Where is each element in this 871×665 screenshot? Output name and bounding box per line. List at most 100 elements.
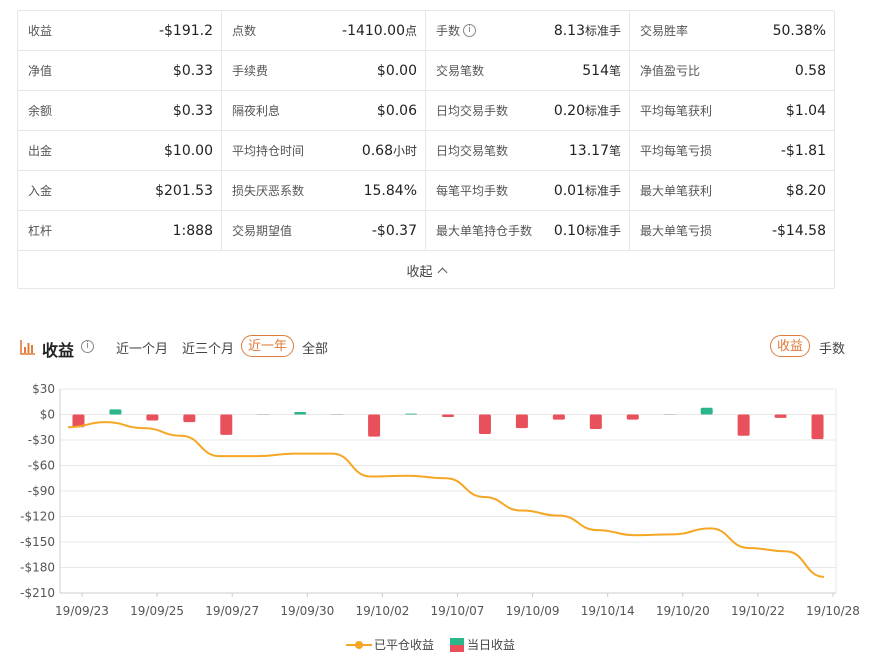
stat-value-wrap: $0.33 <box>173 63 213 79</box>
stat-value-wrap: $0.33 <box>173 103 213 119</box>
legend-label-bar: 当日收益 <box>467 638 516 652</box>
stat-label: 收益 <box>28 22 52 39</box>
cumulative-profit-line <box>67 421 825 578</box>
info-icon[interactable]: i <box>463 24 477 37</box>
stat-label: 交易胜率 <box>640 22 688 39</box>
x-tick-label: 19/10/09 <box>506 604 560 618</box>
x-tick-label: 19/09/23 <box>55 604 109 618</box>
stat-label-text: 入金 <box>28 184 53 198</box>
stat-value-wrap: $0.00 <box>377 63 417 79</box>
stat-label-text: 平均持仓时间 <box>232 144 305 158</box>
range-1-year[interactable]: 近一年 <box>241 335 295 357</box>
daily-bar <box>552 414 565 420</box>
stat-cell: 手数 i 8.13标准手 <box>426 11 630 51</box>
stat-label: 净值盈亏比 <box>640 62 700 79</box>
bar-legend-icon <box>450 637 464 652</box>
stat-value-wrap: 0.10标准手 <box>554 222 621 239</box>
stat-value-wrap: $8.20 <box>786 183 826 199</box>
x-tick-label: 19/10/22 <box>731 604 785 618</box>
daily-bar <box>626 414 639 420</box>
stat-value-wrap: 0.58 <box>795 63 826 79</box>
section-title: 收益 <box>42 341 75 360</box>
stat-unit: 小时 <box>392 144 417 158</box>
stat-label: 出金 <box>28 142 52 159</box>
line-legend-icon <box>346 640 372 649</box>
x-tick-label: 19/10/07 <box>431 604 485 618</box>
stat-cell: 损失厌恶系数 15.84% <box>222 171 426 211</box>
stat-label: 入金 <box>28 182 52 199</box>
stat-label: 净值 <box>28 62 52 79</box>
stat-label-text: 净值盈亏比 <box>640 64 701 78</box>
stat-value-wrap: 50.38% <box>773 23 826 39</box>
stat-value-wrap: $1.04 <box>786 103 826 119</box>
stat-value-wrap: 1:888 <box>173 223 213 239</box>
legend-bar[interactable]: 当日收益 <box>450 636 515 653</box>
collapse-label: 收起 <box>406 265 433 280</box>
stat-value-wrap: $201.53 <box>155 183 213 199</box>
range-3-months[interactable]: 近三个月 <box>182 338 234 357</box>
stat-value-wrap: 0.68小时 <box>362 142 417 159</box>
stat-value: 514 <box>582 63 609 79</box>
daily-bar <box>405 413 418 415</box>
profit-chart: $30$0-$30-$60-$90-$120-$150-$180-$21019/… <box>20 382 860 618</box>
stat-value: $0.06 <box>376 102 417 119</box>
daily-bar <box>368 414 381 437</box>
x-tick-label: 19/09/30 <box>280 604 334 618</box>
toggle-profit[interactable]: 收益 <box>770 335 811 357</box>
info-icon[interactable]: i <box>81 340 94 353</box>
stat-label-text: 余额 <box>28 104 53 118</box>
stat-cell: 最大单笔亏损 -$14.58 <box>630 211 834 251</box>
y-tick-label: $0 <box>40 408 55 422</box>
stat-label-text: 杠杆 <box>28 224 53 238</box>
stat-value-wrap: $0.06 <box>377 103 417 119</box>
range-1-month[interactable]: 近一个月 <box>116 338 168 357</box>
stat-unit: 标准手 <box>584 224 621 238</box>
stat-label-text: 最大单笔持仓手数 <box>436 224 533 238</box>
stat-label: 交易笔数 <box>436 62 484 79</box>
stat-label: 余额 <box>28 102 52 119</box>
stat-label-text: 平均每笔获利 <box>640 104 713 118</box>
stat-unit: 标准手 <box>584 184 621 198</box>
stat-cell: 入金 $201.53 <box>18 171 222 211</box>
stat-cell: 日均交易手数 0.20标准手 <box>426 91 630 131</box>
stat-value-wrap: -$1.81 <box>781 143 826 159</box>
stat-value: $10.00 <box>164 142 213 159</box>
bar-chart-icon <box>20 340 35 355</box>
daily-bar <box>737 414 750 436</box>
range-all[interactable]: 全部 <box>302 338 328 357</box>
daily-bar <box>146 414 159 421</box>
stat-value-wrap: 514笔 <box>582 62 621 79</box>
stat-label: 交易期望值 <box>232 222 292 239</box>
stat-value-wrap: 0.20标准手 <box>554 102 621 119</box>
stat-label: 平均持仓时间 <box>232 142 304 159</box>
stat-value-wrap: 13.17笔 <box>569 142 621 159</box>
y-tick-label: -$150 <box>20 535 55 549</box>
stat-label: 日均交易笔数 <box>436 142 508 159</box>
collapse-button[interactable]: 收起 <box>18 251 834 290</box>
y-tick-label: -$90 <box>28 484 55 498</box>
stat-label: 手续费 <box>232 62 268 79</box>
stat-value-wrap: -$191.2 <box>159 23 213 39</box>
y-tick-label: -$30 <box>28 433 55 447</box>
stat-value: 0.68 <box>361 143 393 159</box>
stat-label-text: 净值 <box>28 64 53 78</box>
stat-value-wrap: -$0.37 <box>372 223 417 239</box>
stat-unit: 标准手 <box>584 24 621 38</box>
daily-bar <box>515 414 528 429</box>
daily-bar <box>774 414 787 418</box>
stat-cell: 平均每笔获利 $1.04 <box>630 91 834 131</box>
stat-cell: 点数 -1410.00点 <box>222 11 426 51</box>
stat-unit: 点 <box>404 24 417 38</box>
stat-cell: 净值盈亏比 0.58 <box>630 51 834 91</box>
daily-bar <box>700 407 713 415</box>
legend-line[interactable]: 已平仓收益 <box>346 636 434 653</box>
toggle-lots[interactable]: 手数 <box>819 338 845 357</box>
stat-label: 平均每笔亏损 <box>640 142 712 159</box>
x-tick-label: 19/10/02 <box>355 604 409 618</box>
stat-label-text: 手续费 <box>232 64 269 78</box>
chart-toolbar: 收益 i 近一个月 近三个月 近一年 全部 收益 手数 <box>20 335 852 361</box>
stat-cell: 日均交易笔数 13.17笔 <box>426 131 630 171</box>
stat-label-text: 交易期望值 <box>232 224 293 238</box>
stat-value: 13.17 <box>568 143 609 159</box>
chevron-up-icon <box>437 267 447 278</box>
